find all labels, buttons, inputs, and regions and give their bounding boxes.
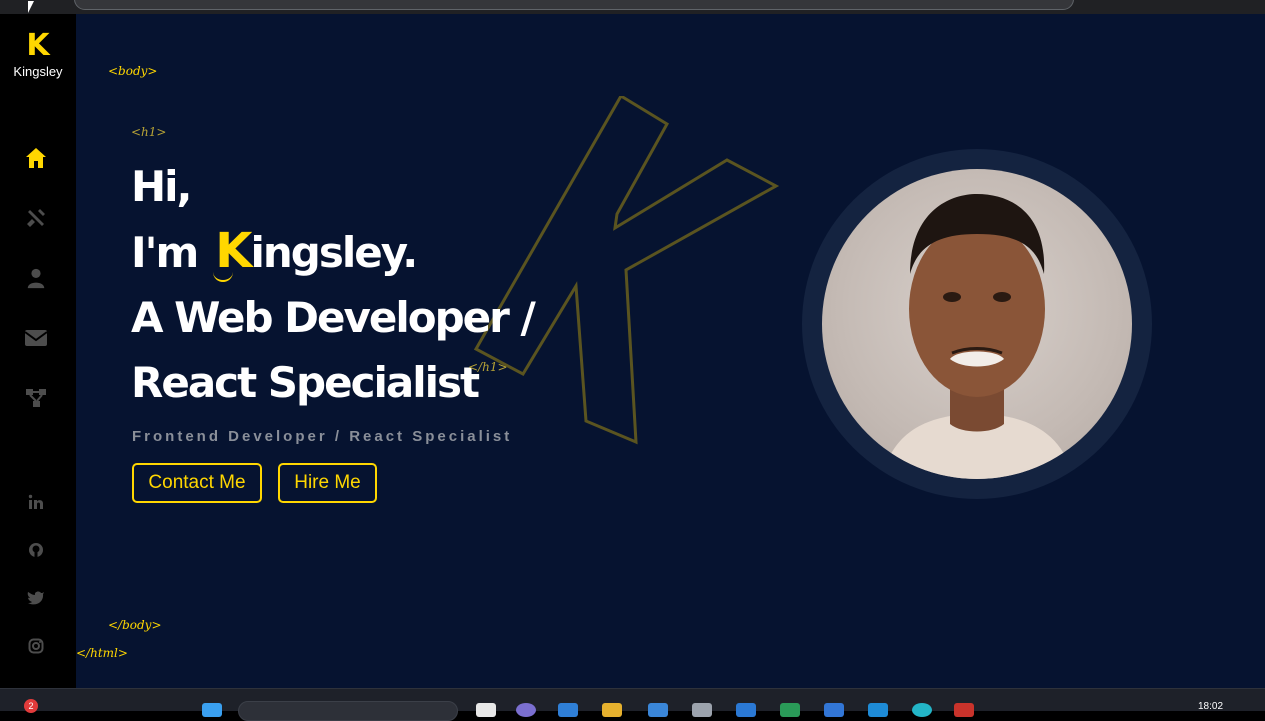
excel-icon[interactable]	[780, 703, 800, 717]
hero-subtitle: Frontend Developer / React Specialist	[132, 428, 513, 445]
body-close-tag: </body>	[108, 618, 162, 632]
contact-me-button[interactable]: Contact Me	[132, 463, 262, 503]
hire-me-button[interactable]: Hire Me	[278, 463, 377, 503]
sidebar: K Kingsley	[0, 14, 76, 688]
taskbar-search[interactable]	[238, 701, 458, 721]
chat-icon[interactable]	[516, 703, 536, 717]
windows-taskbar: 2 18:02	[0, 688, 1265, 721]
browser-icon[interactable]	[912, 703, 932, 717]
profile-photo-ring	[802, 149, 1152, 499]
mail-icon[interactable]	[736, 703, 756, 717]
vscode-icon[interactable]	[868, 703, 888, 717]
headline-k-letter: K	[213, 219, 252, 284]
headline-line-1: Hi,	[131, 162, 193, 211]
recording-icon[interactable]	[954, 703, 974, 717]
tools-icon[interactable]	[22, 204, 50, 232]
body-open-tag: <body>	[108, 64, 158, 78]
headline-line-3: A Web Developer /	[131, 293, 536, 342]
edge-icon[interactable]	[558, 703, 578, 717]
linkedin-icon[interactable]	[26, 492, 46, 512]
twitter-icon[interactable]	[26, 588, 46, 608]
address-bar[interactable]	[74, 0, 1074, 10]
settings-icon[interactable]	[692, 703, 712, 717]
hero-headline: Hi, I'm Kingsley. A Web Developer / React…	[131, 154, 536, 415]
h1-open-tag: <h1>	[131, 125, 167, 139]
task-view-icon[interactable]	[476, 703, 496, 717]
logo-name: Kingsley	[13, 64, 63, 79]
h1-close-tag: </h1>	[468, 360, 508, 374]
user-icon[interactable]	[22, 264, 50, 292]
headline-im: I'm	[131, 228, 199, 277]
home-icon[interactable]	[22, 144, 50, 172]
word-icon[interactable]	[824, 703, 844, 717]
sitemap-icon[interactable]	[22, 384, 50, 412]
main-content: <body> <h1> Hi, I'm Kingsley. A Web Devel…	[76, 14, 1265, 688]
logo[interactable]: K Kingsley	[0, 28, 76, 80]
instagram-icon[interactable]	[26, 636, 46, 656]
html-close-tag: </html>	[76, 646, 128, 660]
clock-time: 18:02	[1198, 701, 1224, 712]
browser-toolbar	[0, 0, 1265, 14]
github-icon[interactable]	[26, 540, 46, 560]
profile-photo	[822, 169, 1132, 479]
logo-letter: K	[26, 28, 50, 63]
windows-start-icon[interactable]	[202, 703, 222, 717]
envelope-icon[interactable]	[22, 324, 50, 352]
file-explorer-icon[interactable]	[602, 703, 622, 717]
mouse-cursor	[28, 1, 34, 13]
headline-ingsley: ingsley.	[250, 228, 418, 277]
headline-line-2: I'm Kingsley.	[131, 219, 534, 285]
store-icon[interactable]	[648, 703, 668, 717]
headline-react: React Specialist	[131, 358, 480, 407]
